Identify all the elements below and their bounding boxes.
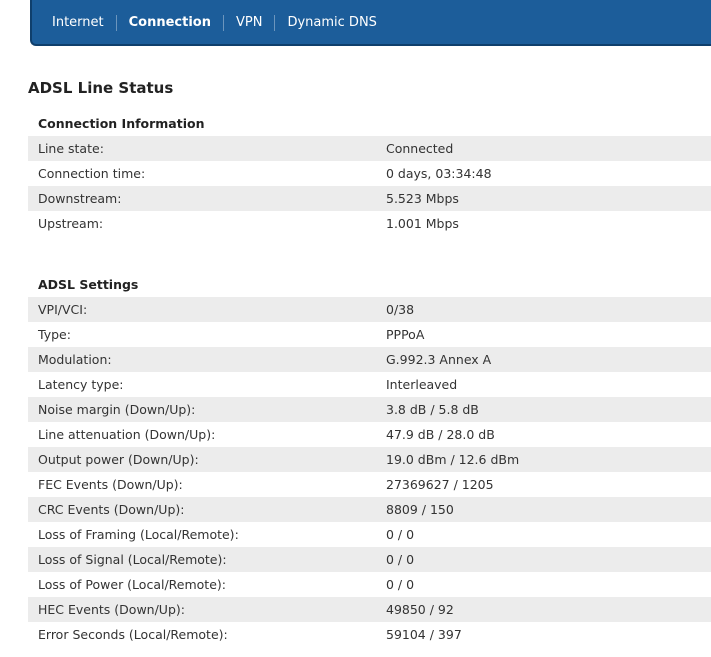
row-label: FEC Events (Down/Up): xyxy=(38,477,183,492)
table-row: Line state: Connected xyxy=(28,136,711,161)
row-label: Downstream: xyxy=(38,191,122,206)
row-label: Type: xyxy=(38,327,71,342)
row-value: 0 days, 03:34:48 xyxy=(386,166,492,181)
table-row: Line attenuation (Down/Up): 47.9 dB / 28… xyxy=(28,422,711,447)
row-value: 0 / 0 xyxy=(386,527,415,542)
section-title: Connection Information xyxy=(38,116,205,131)
row-value: 47.9 dB / 28.0 dB xyxy=(386,427,495,442)
nav-tabs: Internet Connection VPN Dynamic DNS xyxy=(40,0,389,46)
row-label: Line state: xyxy=(38,141,104,156)
table-row: Error Seconds (Local/Remote): 59104 / 39… xyxy=(28,622,711,647)
row-label: Loss of Framing (Local/Remote): xyxy=(38,527,239,542)
tab-internet[interactable]: Internet xyxy=(40,15,117,31)
row-value: 0 / 0 xyxy=(386,577,415,592)
row-label: VPI/VCI: xyxy=(38,302,88,317)
table-row: Modulation: G.992.3 Annex A xyxy=(28,347,711,372)
row-label: Upstream: xyxy=(38,216,104,231)
row-value: 19.0 dBm / 12.6 dBm xyxy=(386,452,520,467)
connection-information-table: Line state: Connected Connection time: 0… xyxy=(28,136,711,236)
tab-vpn[interactable]: VPN xyxy=(224,15,276,31)
table-row: CRC Events (Down/Up): 8809 / 150 xyxy=(28,497,711,522)
table-row: Latency type: Interleaved xyxy=(28,372,711,397)
table-row: Loss of Framing (Local/Remote): 0 / 0 xyxy=(28,522,711,547)
table-row: Loss of Signal (Local/Remote): 0 / 0 xyxy=(28,547,711,572)
table-row: Output power (Down/Up): 19.0 dBm / 12.6 … xyxy=(28,447,711,472)
row-value: 1.001 Mbps xyxy=(386,216,459,231)
table-row: Connection time: 0 days, 03:34:48 xyxy=(28,161,711,186)
row-label: Output power (Down/Up): xyxy=(38,452,199,467)
row-label: CRC Events (Down/Up): xyxy=(38,502,185,517)
row-label: Loss of Signal (Local/Remote): xyxy=(38,552,227,567)
row-value: G.992.3 Annex A xyxy=(386,352,492,367)
row-label: Loss of Power (Local/Remote): xyxy=(38,577,226,592)
row-value: 8809 / 150 xyxy=(386,502,454,517)
row-value: Connected xyxy=(386,141,454,156)
row-value: 3.8 dB / 5.8 dB xyxy=(386,402,479,417)
row-value: Interleaved xyxy=(386,377,458,392)
row-value: 59104 / 397 xyxy=(386,627,462,642)
row-label: Latency type: xyxy=(38,377,124,392)
tab-dynamic-dns[interactable]: Dynamic DNS xyxy=(275,15,388,31)
row-label: Line attenuation (Down/Up): xyxy=(38,427,216,442)
adsl-settings-table: VPI/VCI: 0/38 Type: PPPoA Modulation: G.… xyxy=(28,297,711,647)
row-value: 49850 / 92 xyxy=(386,602,454,617)
table-row: Downstream: 5.523 Mbps xyxy=(28,186,711,211)
table-row: Noise margin (Down/Up): 3.8 dB / 5.8 dB xyxy=(28,397,711,422)
row-value: 0/38 xyxy=(386,302,415,317)
row-value: PPPoA xyxy=(386,327,425,342)
section-title: ADSL Settings xyxy=(38,277,139,292)
row-label: Noise margin (Down/Up): xyxy=(38,402,196,417)
row-value: 5.523 Mbps xyxy=(386,191,459,206)
row-value: 0 / 0 xyxy=(386,552,415,567)
table-row: HEC Events (Down/Up): 49850 / 92 xyxy=(28,597,711,622)
row-label: Error Seconds (Local/Remote): xyxy=(38,627,228,642)
row-label: HEC Events (Down/Up): xyxy=(38,602,185,617)
tab-connection[interactable]: Connection xyxy=(117,15,224,31)
page-title: ADSL Line Status xyxy=(28,79,174,97)
adsl-settings-section: ADSL Settings VPI/VCI: 0/38 Type: PPPoA … xyxy=(28,272,711,647)
row-label: Connection time: xyxy=(38,166,146,181)
table-row: FEC Events (Down/Up): 27369627 / 1205 xyxy=(28,472,711,497)
connection-information-section: Connection Information Line state: Conne… xyxy=(28,111,711,236)
table-row: VPI/VCI: 0/38 xyxy=(28,297,711,322)
top-navigation-bar: Internet Connection VPN Dynamic DNS xyxy=(30,0,711,46)
row-label: Modulation: xyxy=(38,352,112,367)
table-row: Type: PPPoA xyxy=(28,322,711,347)
table-row: Upstream: 1.001 Mbps xyxy=(28,211,711,236)
table-row: Loss of Power (Local/Remote): 0 / 0 xyxy=(28,572,711,597)
row-value: 27369627 / 1205 xyxy=(386,477,494,492)
